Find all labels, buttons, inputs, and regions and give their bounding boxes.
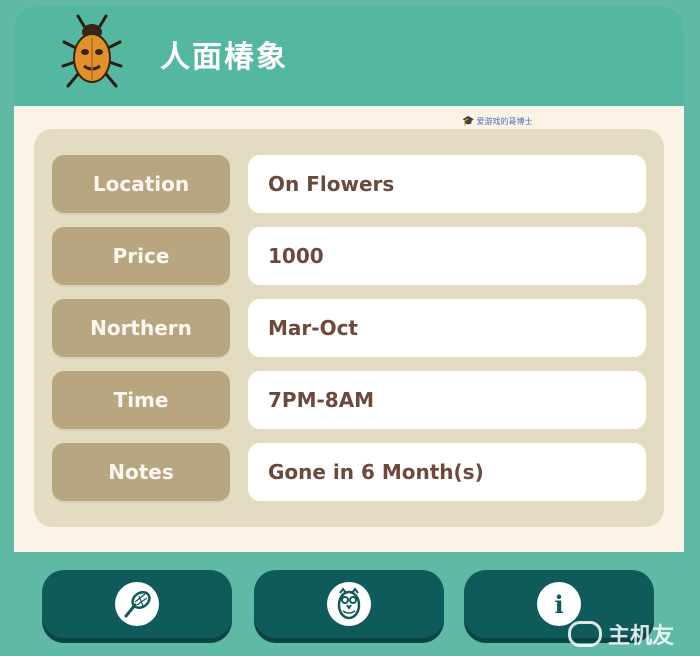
detail-label: Notes — [52, 443, 230, 501]
detail-row-time: Time 7PM-8AM — [52, 371, 646, 429]
info-glyph: i — [554, 589, 564, 619]
detail-row-price: Price 1000 — [52, 227, 646, 285]
details-panel: Location On Flowers Price 1000 Northern … — [34, 129, 664, 527]
detail-value: Mar-Oct — [248, 299, 646, 357]
detail-row-northern: Northern Mar-Oct — [52, 299, 646, 357]
detail-label: Northern — [52, 299, 230, 357]
owl-icon — [327, 582, 371, 626]
bottom-nav: i 主机友 — [14, 552, 684, 656]
gamepad-logo-icon — [567, 621, 602, 647]
detail-label: Time — [52, 371, 230, 429]
stink-bug-icon — [61, 14, 123, 88]
detail-value: Gone in 6 Month(s) — [248, 443, 646, 501]
watermark-text: 爱游戏的哥博士 — [476, 117, 533, 126]
detail-row-location: Location On Flowers — [52, 155, 646, 213]
detail-label: Location — [52, 155, 230, 213]
detail-value: 7PM-8AM — [248, 371, 646, 429]
detail-row-notes: Notes Gone in 6 Month(s) — [52, 443, 646, 501]
critter-card: 人面椿象 🎓 爱游戏的哥博士 Location On Flowers Price… — [14, 6, 684, 656]
detail-value: On Flowers — [248, 155, 646, 213]
detail-label: Price — [52, 227, 230, 285]
header-bar: 人面椿象 — [14, 6, 684, 106]
detail-value: 1000 — [248, 227, 646, 285]
watermark: 🎓 爱游戏的哥博士 — [462, 116, 532, 127]
brand-watermark: 主机友 — [567, 618, 674, 650]
graduation-cap-icon: 🎓 — [462, 116, 475, 127]
page-title: 人面椿象 — [160, 40, 288, 75]
bug-net-icon — [115, 582, 159, 626]
catch-button[interactable] — [42, 570, 232, 638]
brand-text: 主机友 — [607, 624, 674, 649]
museum-button[interactable] — [254, 570, 444, 638]
